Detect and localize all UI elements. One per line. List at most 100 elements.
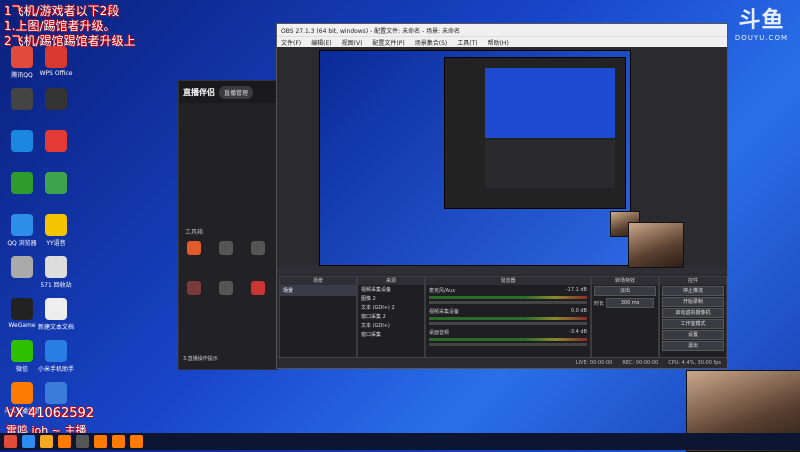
douyu-watermark: 斗鱼 DOUYU.COM [735, 2, 788, 42]
controls-button-list: 停止推流 开始录制 启动虚拟摄像机 工作室模式 设置 退出 [660, 286, 726, 351]
obs-menu-item[interactable]: 文件(F) [281, 38, 301, 47]
taskbar-app-icon[interactable] [22, 435, 35, 448]
scenes-header: 场景 [280, 277, 356, 285]
taskbar-app-icon[interactable] [4, 435, 17, 448]
tool-icon[interactable] [251, 281, 265, 295]
source-item[interactable]: 窗口采集 [358, 330, 424, 339]
app-icon [45, 172, 67, 194]
taskbar-app-icon[interactable] [112, 435, 125, 448]
mixer-channel-name: 麦克风/Aux [429, 288, 456, 294]
app-icon [11, 340, 33, 362]
obs-menu-item[interactable]: 视图(V) [342, 38, 363, 47]
webcam-overlay-small [628, 222, 684, 268]
app-icon [11, 46, 33, 68]
source-item[interactable]: 图像 2 [358, 294, 424, 303]
tool-icon[interactable] [219, 241, 233, 255]
obs-menu-item[interactable]: 编辑(E) [311, 38, 331, 47]
mixer-channel[interactable]: 桌面音频 -3.4 dB [426, 327, 590, 346]
app-icon [45, 382, 67, 404]
obs-status-bar: LIVE: 00:00:00 REC: 00:00:00 CPU: 4.4%, … [277, 357, 727, 368]
controls-header: 控件 [660, 277, 726, 285]
scene-item[interactable]: 场景 [280, 285, 356, 296]
source-item[interactable]: 文本 (GDI+) [358, 321, 424, 330]
source-list: 视频采集设备 图像 2 文本 (GDI+) 2 窗口采集 2 文本 (GDI+) 窗口采集 [358, 285, 424, 339]
control-button[interactable]: 停止推流 [662, 286, 724, 296]
desktop-icon-label: 小米手机助手 [37, 366, 74, 373]
tool-icon[interactable] [251, 241, 265, 255]
desktop-icon[interactable] [36, 130, 76, 154]
live-bottom-notice: 3.直播操作提示 [183, 356, 218, 362]
taskbar-app-icon[interactable] [40, 435, 53, 448]
control-button[interactable]: 退出 [662, 341, 724, 351]
mixer-panel[interactable]: 混音器 麦克风/Aux -17.1 dB 视频采集设备 0.0 dB 桌面音频 -3.4 … [425, 276, 591, 360]
desktop-icon[interactable] [36, 88, 76, 112]
tab-live-manage[interactable]: 直播管理 [219, 85, 254, 99]
douyu-domain: DOUYU.COM [734, 34, 788, 42]
volume-slider[interactable] [429, 301, 587, 304]
taskbar-app-icon[interactable] [58, 435, 71, 448]
rec-time: REC: 00:00:00 [622, 360, 659, 366]
tool-icon[interactable] [187, 241, 201, 255]
desktop-icon[interactable]: WPS Office [36, 46, 76, 77]
obs-menu-item[interactable]: 配置文件(P) [372, 38, 404, 47]
source-item[interactable]: 窗口采集 2 [358, 312, 424, 321]
desktop-icon[interactable]: YY语音 [36, 214, 76, 247]
desktop-icon-label: 571 回收站 [40, 282, 72, 289]
transition-duration-input[interactable]: 300 ms [606, 298, 654, 308]
transitions-panel[interactable]: 转场特效 淡出 时长 300 ms [591, 276, 659, 360]
control-button[interactable]: 工作室模式 [662, 319, 724, 329]
nested-preview [444, 57, 626, 209]
nested-desktop [485, 68, 615, 138]
app-icon [45, 256, 67, 278]
app-icon [11, 88, 33, 110]
obs-menu-item[interactable]: 工具(T) [457, 38, 477, 47]
live-companion-window[interactable]: 直播伴侣 直播管理 工具箱 3.直播操作提示 [178, 80, 278, 370]
app-icon [45, 46, 67, 68]
app-icon [11, 382, 33, 404]
volume-slider[interactable] [429, 322, 587, 325]
transitions-header: 转场特效 [592, 277, 658, 285]
nested-mixer [485, 140, 615, 188]
douyu-logo: 斗鱼 [738, 8, 785, 33]
taskbar-app-icon[interactable] [94, 435, 107, 448]
desktop-icon[interactable]: 新建文本文档 [36, 298, 76, 331]
source-item[interactable]: 视频采集设备 [358, 285, 424, 294]
obs-window[interactable]: OBS 27.1.3 (64 bit, windows) - 配置文件: 未命名… [276, 23, 728, 369]
app-icon [45, 340, 67, 362]
live-companion-logo: 直播伴侣 [183, 87, 215, 97]
transition-type-select[interactable]: 淡出 [594, 286, 656, 296]
sources-header: 来源 [358, 277, 424, 285]
toolbox-label: 工具箱 [185, 229, 204, 236]
volume-slider[interactable] [429, 343, 587, 346]
control-button[interactable]: 启动虚拟摄像机 [662, 308, 724, 318]
sources-panel[interactable]: 来源 视频采集设备 图像 2 文本 (GDI+) 2 窗口采集 2 文本 (GDI+) 窗… [357, 276, 425, 360]
desktop-icon[interactable]: 571 回收站 [36, 256, 76, 289]
app-icon [11, 214, 33, 236]
taskbar [0, 433, 800, 450]
tool-icon[interactable] [219, 281, 233, 295]
controls-panel[interactable]: 控件 停止推流 开始录制 启动虚拟摄像机 工作室模式 设置 退出 [659, 276, 727, 360]
desktop-icon-label: YY语音 [46, 240, 66, 247]
obs-menu-item[interactable]: 帮助(H) [488, 38, 509, 47]
desktop-icon[interactable] [36, 382, 76, 406]
source-item[interactable]: 文本 (GDI+) 2 [358, 303, 424, 312]
desktop-icon[interactable]: 小米手机助手 [36, 340, 76, 373]
mixer-channel-name: 桌面音频 [429, 330, 450, 336]
taskbar-app-icon[interactable] [76, 435, 89, 448]
mixer-channel[interactable]: 视频采集设备 0.0 dB [426, 306, 590, 325]
mixer-channel-db: -3.4 dB [569, 329, 587, 335]
mixer-channel[interactable]: 麦克风/Aux -17.1 dB [426, 285, 590, 304]
app-icon [11, 172, 33, 194]
desktop-icon[interactable] [36, 172, 76, 196]
obs-menu-item[interactable]: 场景集合(S) [415, 38, 448, 47]
obs-menu-bar: 文件(F) 编辑(E) 视图(V) 配置文件(P) 场景集合(S) 工具(T) 帮助(H) [277, 36, 727, 47]
control-button[interactable]: 设置 [662, 330, 724, 340]
obs-preview[interactable] [319, 50, 640, 266]
app-icon [45, 298, 67, 320]
scenes-panel[interactable]: 场景 场景 [279, 276, 357, 360]
control-button[interactable]: 开始录制 [662, 297, 724, 307]
live-companion-header: 直播伴侣 直播管理 [179, 81, 277, 103]
desktop-icon-label: 新建文本文档 [37, 324, 74, 331]
taskbar-app-icon[interactable] [130, 435, 143, 448]
tool-icon[interactable] [187, 281, 201, 295]
